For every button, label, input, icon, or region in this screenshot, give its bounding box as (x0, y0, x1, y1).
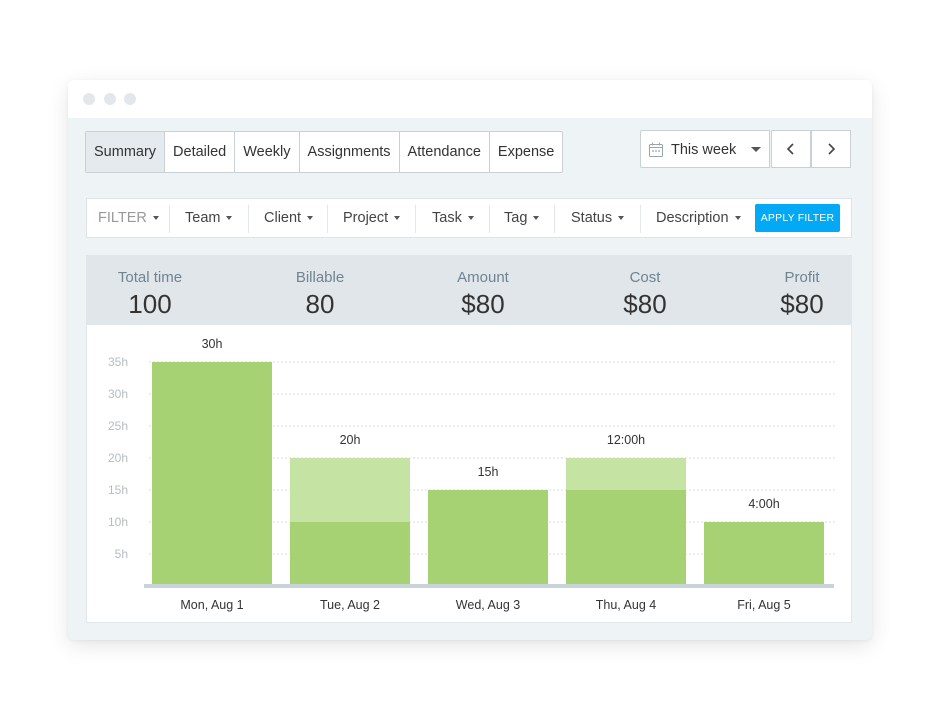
x-category-label: Wed, Aug 3 (456, 598, 520, 612)
tab-expense[interactable]: Expense (488, 132, 562, 172)
x-category-label: Mon, Aug 1 (180, 598, 243, 612)
stat-amount: Amount $80 (443, 269, 523, 320)
tab-attendance[interactable]: Attendance (398, 132, 489, 172)
filter-task[interactable]: Task (432, 199, 474, 237)
window-close-dot[interactable] (83, 93, 95, 105)
filter-project-label: Project (343, 210, 389, 226)
y-tick-label: 25h (108, 419, 128, 433)
bar-billable (290, 522, 410, 586)
filter-bar: FILTER Team Client Project Task Tag Stat… (86, 198, 852, 238)
filter-project[interactable]: Project (343, 199, 401, 237)
stat-value: $80 (780, 289, 824, 319)
filter-team[interactable]: Team (185, 199, 233, 237)
caret-down-icon (533, 216, 540, 221)
filter-status-label: Status (571, 210, 613, 226)
tab-assignments[interactable]: Assignments (298, 132, 399, 172)
previous-period-button[interactable] (771, 130, 811, 168)
stat-value: 100 (128, 289, 172, 319)
tab-summary[interactable]: Summary (86, 132, 165, 172)
divider (415, 205, 416, 233)
bar-billable (152, 362, 272, 586)
caret-down-icon (152, 216, 159, 221)
x-category-label: Thu, Aug 4 (596, 598, 657, 612)
bar-total-label: 15h (478, 465, 499, 479)
bar-total-label: 4:00h (748, 497, 779, 511)
chevron-left-icon (786, 143, 794, 155)
divider (327, 205, 328, 233)
x-category-label: Fri, Aug 5 (737, 598, 791, 612)
app-window: Summary Detailed Weekly Assignments Atte… (68, 80, 872, 640)
next-period-button[interactable] (811, 130, 851, 168)
bar-non-billable (566, 458, 686, 490)
stat-label: Total time (117, 269, 183, 286)
bar-billable (704, 522, 824, 586)
bar-non-billable (290, 458, 410, 522)
divider (169, 205, 170, 233)
y-tick-label: 5h (115, 547, 128, 561)
title-bar (68, 80, 872, 118)
filter-task-label: Task (432, 210, 462, 226)
date-range-picker[interactable]: This week (640, 130, 770, 168)
calendar-icon (649, 142, 663, 157)
x-category-label: Tue, Aug 2 (320, 598, 380, 612)
divider (554, 205, 555, 233)
caret-down-icon (618, 216, 625, 221)
y-tick-label: 20h (108, 451, 128, 465)
stat-label: Amount (457, 269, 509, 286)
filter-description[interactable]: Description (656, 199, 741, 237)
filter-tag-label: Tag (504, 210, 528, 226)
stat-label: Billable (295, 269, 345, 286)
filter-client-label: Client (264, 210, 302, 226)
stat-total-time: Total time 100 (110, 269, 190, 320)
stat-label: Cost (629, 269, 661, 286)
y-tick-label: 35h (108, 355, 128, 369)
stat-profit: Profit $80 (762, 269, 842, 320)
window-maximize-dot[interactable] (124, 93, 136, 105)
bar-total-label: 20h (340, 433, 361, 447)
caret-down-icon (751, 147, 761, 152)
y-tick-label: 30h (108, 387, 128, 401)
caret-down-icon (394, 216, 401, 221)
caret-down-icon (226, 216, 233, 221)
time-bar-chart: 5h 10h 15h 20h 25h 30h 35h 30h Mon, Aug 1 20h Tue,… (108, 337, 835, 612)
window-minimize-dot[interactable] (104, 93, 116, 105)
y-tick-label: 10h (108, 515, 128, 529)
filter-description-label: Description (656, 210, 729, 226)
filter-status[interactable]: Status (571, 199, 625, 237)
report-tabs: Summary Detailed Weekly Assignments Atte… (85, 131, 564, 173)
y-tick-label: 15h (108, 483, 128, 497)
filter-dropdown[interactable]: FILTER (98, 199, 159, 237)
divider (640, 205, 641, 233)
time-chart-panel: 5h 10h 15h 20h 25h 30h 35h 30h Mon, Aug 1 20h Tue,… (86, 325, 852, 623)
filter-label: FILTER (98, 210, 147, 226)
caret-down-icon (307, 216, 314, 221)
tab-detailed[interactable]: Detailed (164, 132, 234, 172)
stat-billable: Billable 80 (280, 269, 360, 320)
summary-totals: Total time 100 Billable 80 Amount $80 Co… (86, 255, 852, 325)
divider (489, 205, 490, 233)
date-range-label: This week (671, 142, 737, 158)
apply-filter-button[interactable]: APPLY FILTER (755, 204, 840, 232)
bar-total-label: 12:00h (607, 433, 645, 447)
stat-label: Profit (784, 269, 820, 286)
divider (248, 205, 249, 233)
bar-billable (428, 490, 548, 586)
filter-team-label: Team (185, 210, 221, 226)
stat-value: $80 (461, 289, 505, 319)
bar-billable (566, 490, 686, 586)
filter-client[interactable]: Client (264, 199, 314, 237)
bar-total-label: 30h (202, 337, 223, 351)
stat-cost: Cost $80 (605, 269, 685, 320)
caret-down-icon (467, 216, 474, 221)
stat-value: 80 (305, 289, 335, 319)
filter-tag[interactable]: Tag (504, 199, 540, 237)
chevron-right-icon (828, 143, 836, 155)
chart-baseline (144, 584, 834, 588)
caret-down-icon (734, 216, 741, 221)
stat-value: $80 (623, 289, 667, 319)
tab-weekly[interactable]: Weekly (234, 132, 298, 172)
